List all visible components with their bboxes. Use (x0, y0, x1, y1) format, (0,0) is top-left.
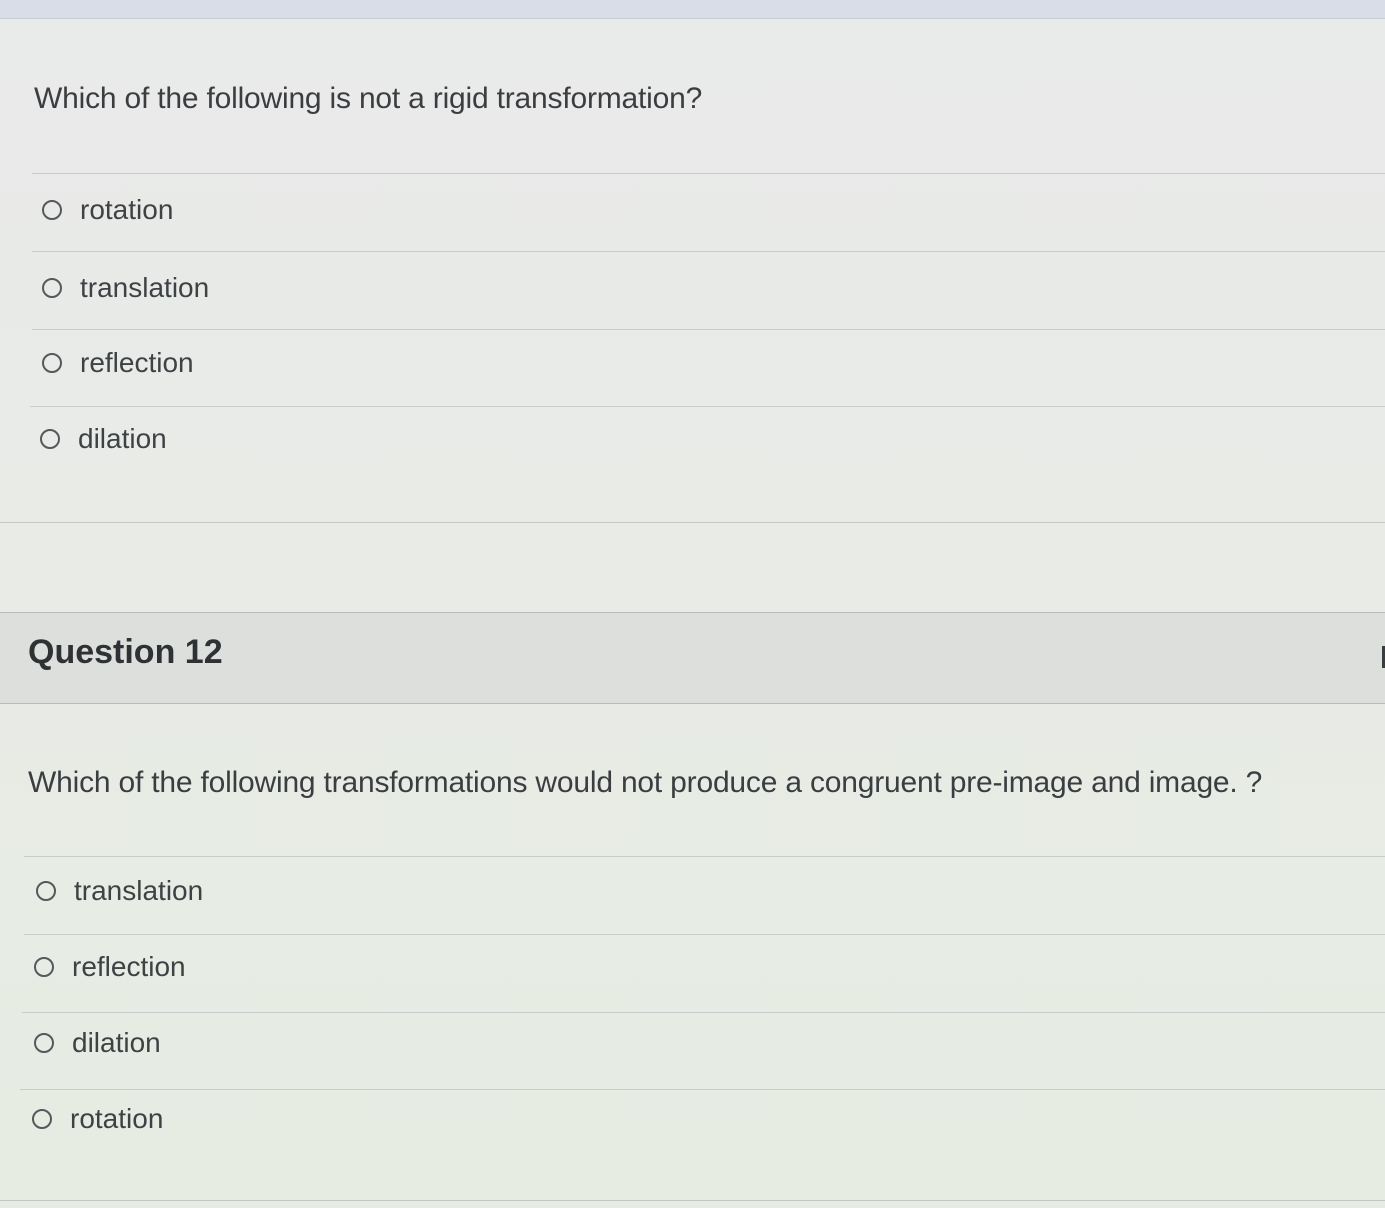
answer-label: dilation (78, 423, 167, 454)
radio-button[interactable] (36, 881, 56, 901)
answer-option-translation[interactable]: translation (36, 853, 1336, 929)
answer-label: reflection (80, 347, 194, 378)
answer-option-rotation[interactable]: rotation (42, 172, 1342, 248)
radio-button[interactable] (32, 1109, 52, 1129)
answer-option-rotation[interactable]: rotation (32, 1081, 1332, 1157)
question-prompt: Which of the following transformations w… (28, 766, 1263, 799)
question-title: Question 12 (28, 633, 223, 671)
answer-option-translation[interactable]: translation (42, 250, 1342, 326)
question-prompt: Which of the following is not a rigid tr… (34, 82, 703, 115)
radio-button[interactable] (40, 429, 60, 449)
radio-button[interactable] (42, 278, 62, 298)
radio-button[interactable] (34, 1033, 54, 1053)
answer-label: rotation (70, 1103, 164, 1134)
question-separator (0, 1200, 1385, 1201)
answer-label: reflection (72, 951, 186, 982)
answer-label: rotation (80, 194, 174, 225)
question-separator (0, 522, 1385, 523)
answer-label: dilation (72, 1027, 161, 1058)
answer-label: translation (80, 272, 210, 303)
radio-button[interactable] (42, 200, 62, 220)
top-bar (0, 0, 1385, 19)
answer-label: translation (74, 875, 204, 906)
radio-button[interactable] (34, 957, 54, 977)
question-header: Question 12 (0, 612, 1385, 704)
answer-option-dilation[interactable]: dilation (40, 401, 1340, 477)
radio-button[interactable] (42, 353, 62, 373)
answer-option-dilation[interactable]: dilation (34, 1005, 1334, 1081)
answer-option-reflection[interactable]: reflection (42, 325, 1342, 401)
answer-option-reflection[interactable]: reflection (34, 929, 1334, 1005)
